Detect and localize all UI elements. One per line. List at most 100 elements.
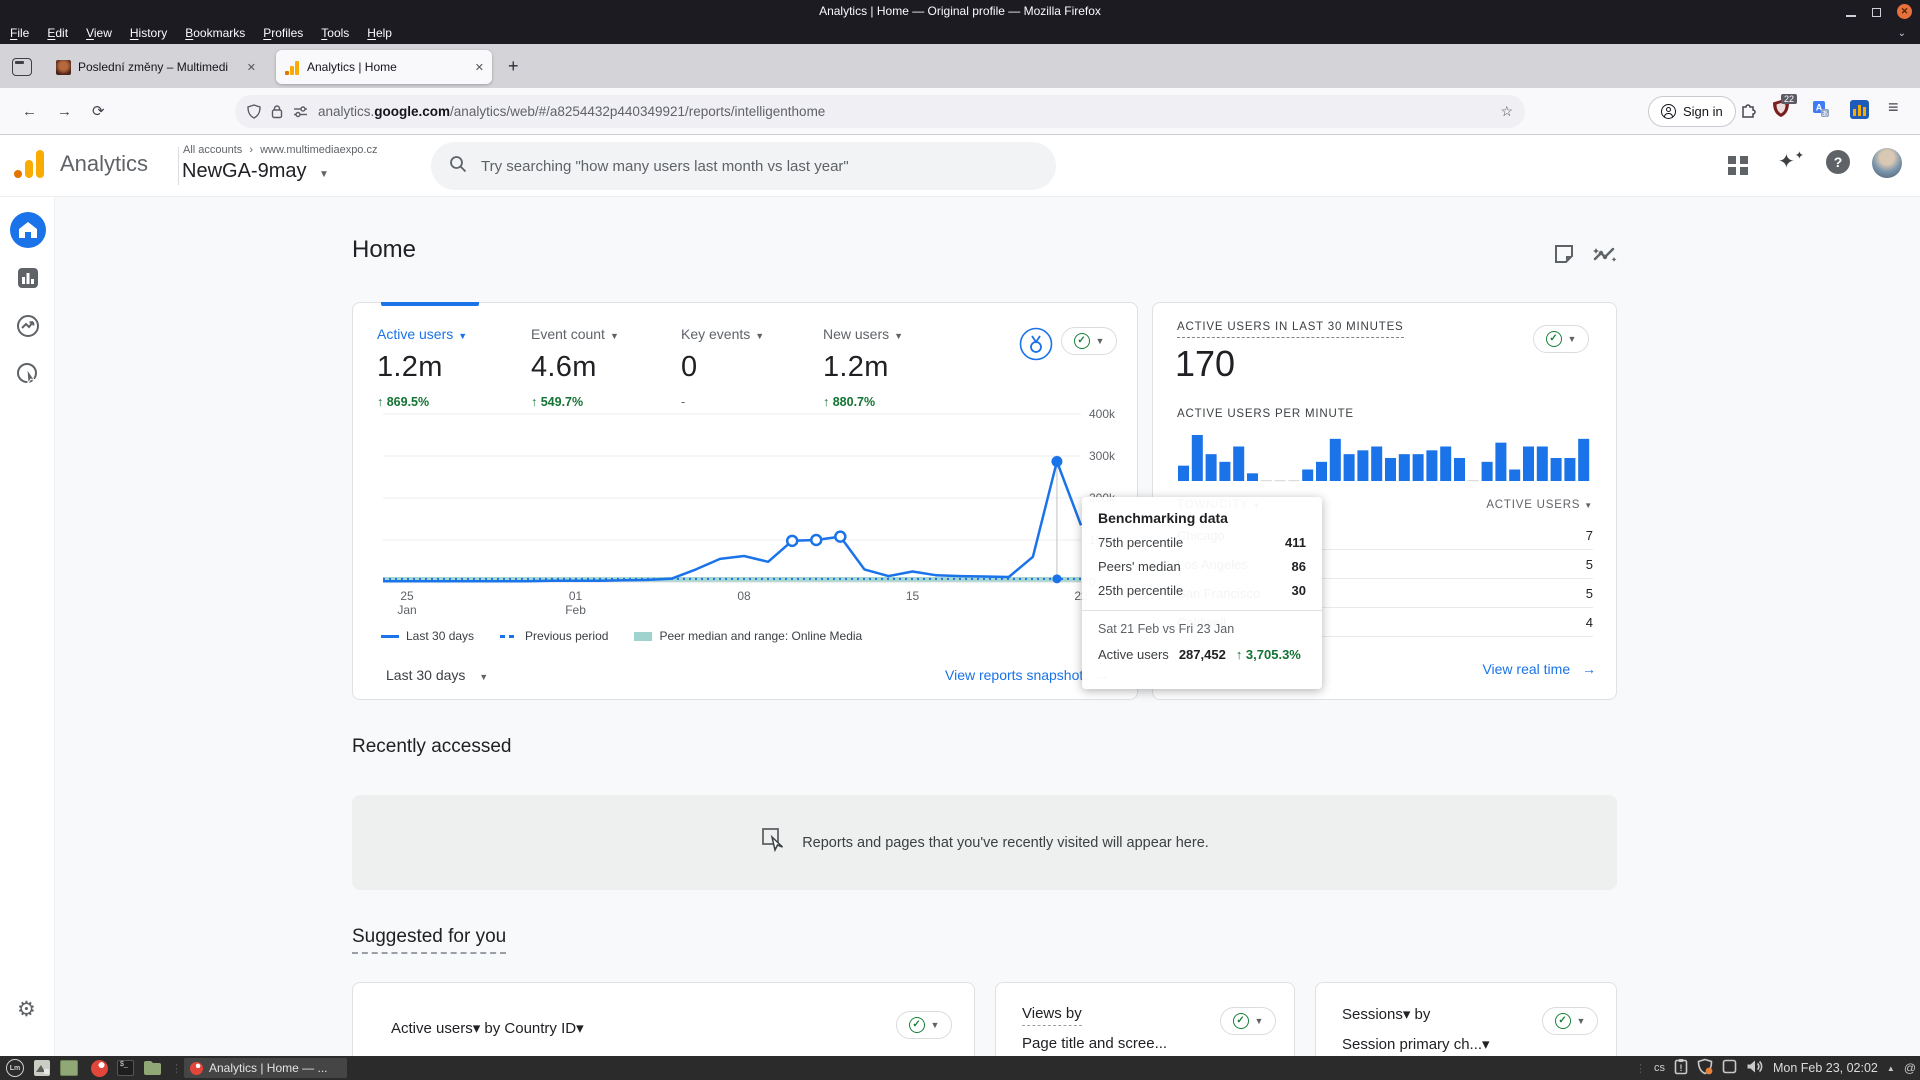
recently-accessed-heading: Recently accessed — [352, 736, 511, 758]
menu-bookmarks[interactable]: Bookmarks — [185, 26, 245, 40]
tab-posledni-zmeny[interactable]: Poslední změny – Multimedi ✕ — [48, 50, 264, 84]
note-icon[interactable] — [1553, 243, 1575, 270]
tab-overview-icon[interactable] — [12, 58, 32, 76]
nav-explore-icon[interactable] — [16, 314, 40, 343]
tab2-title: Analytics | Home — [307, 60, 467, 74]
svg-text:08: 08 — [737, 589, 751, 603]
breadcrumb-site[interactable]: www.multimediaexpo.cz — [260, 144, 377, 156]
menu-help[interactable]: Help — [367, 26, 392, 40]
metric-event-count[interactable]: Event count▼4.6m↑ 549.7% — [531, 326, 619, 409]
translate-extension-icon[interactable]: Aあ — [1812, 100, 1830, 123]
hamburger-menu-icon[interactable]: ≡ — [1888, 97, 1899, 118]
metric-new-users[interactable]: New users▼1.2m↑ 880.7% — [823, 326, 903, 409]
metric-active-users[interactable]: Active users▼1.2m↑ 869.5% — [377, 326, 467, 409]
svg-text:!: ! — [1679, 1063, 1682, 1073]
svg-text:300k: 300k — [1089, 449, 1116, 463]
suggested-card2-chip[interactable]: ✓ ▼ — [1220, 1007, 1276, 1035]
breadcrumb-accounts[interactable]: All accounts — [183, 144, 242, 156]
url-bar[interactable]: analytics.google.com/analytics/web/#/a82… — [235, 95, 1525, 128]
terminal-icon[interactable]: $_ — [117, 1060, 134, 1076]
suggested-card3-line1[interactable]: Sessions▾ by — [1342, 1005, 1430, 1023]
suggested-card3-chip[interactable]: ✓ ▼ — [1542, 1007, 1598, 1035]
benchmarking-medal-icon[interactable] — [1019, 327, 1053, 361]
menu-file[interactable]: File — [10, 26, 29, 40]
green-window-icon[interactable] — [60, 1060, 78, 1076]
taskbar-clock[interactable]: Mon Feb 23, 02:02 — [1773, 1061, 1878, 1075]
admin-gear-icon[interactable]: ⚙ — [17, 997, 36, 1022]
suggested-card2-line1[interactable]: Views by — [1022, 1005, 1082, 1026]
menu-bar-items: File Edit View History Bookmarks Profiles Tool… — [10, 26, 392, 40]
analytics-extension-icon[interactable] — [1850, 100, 1869, 124]
window-titlebar[interactable]: Analytics | Home — Original profile — Mo… — [0, 0, 1920, 22]
ga-logo-icon[interactable] — [12, 148, 46, 182]
image-viewer-icon[interactable] — [33, 1059, 51, 1077]
menu-tools[interactable]: Tools — [321, 26, 349, 40]
taskbar-separator: ⋮ — [171, 1062, 181, 1075]
lock-icon[interactable] — [271, 104, 283, 119]
insights-icon[interactable] — [1592, 243, 1618, 272]
help-icon[interactable]: ? — [1826, 150, 1850, 174]
at-indicator: @ — [1904, 1061, 1916, 1075]
tab-analytics-home[interactable]: Analytics | Home ✕ — [276, 50, 492, 84]
menu-edit[interactable]: Edit — [47, 26, 68, 40]
bookmark-star-icon[interactable]: ☆ — [1500, 103, 1513, 120]
menu-view[interactable]: View — [86, 26, 112, 40]
taskbar-window-button[interactable]: Analytics | Home — ... — [184, 1058, 347, 1078]
property-selector[interactable]: NewGA-9may ▼ — [182, 160, 329, 183]
gemini-sparkle-icon[interactable]: ✦✦ — [1778, 149, 1804, 174]
breadcrumb[interactable]: All accounts › www.multimediaexpo.cz — [183, 144, 377, 156]
window-close-button[interactable]: ✕ — [1897, 4, 1912, 19]
check-circle-icon: ✓ — [1546, 331, 1562, 347]
check-circle-icon: ✓ — [1074, 333, 1090, 349]
avatar[interactable] — [1872, 148, 1902, 178]
firefox-red-icon[interactable] — [91, 1060, 108, 1077]
ga-search-bar[interactable]: Try searching "how many users last month… — [431, 142, 1056, 190]
legend-band: Peer median and range: Online Media — [634, 629, 862, 643]
home-card-status-chip[interactable]: ✓ ▼ — [1061, 327, 1117, 355]
realtime-status-chip[interactable]: ✓ ▼ — [1533, 325, 1589, 353]
clipboard-tray-icon[interactable]: ! — [1674, 1058, 1688, 1078]
files-folder-icon[interactable] — [143, 1060, 162, 1076]
tooltip-delta: ↑ 3,705.3% — [1236, 647, 1301, 662]
per-minute-label: ACTIVE USERS PER MINUTE — [1177, 408, 1354, 420]
volume-speaker-icon[interactable] — [1746, 1059, 1764, 1077]
keyboard-layout-indicator[interactable]: cs — [1654, 1062, 1665, 1074]
tray-expand-icon[interactable]: ▲ — [1887, 1064, 1895, 1073]
nav-reports-icon[interactable] — [16, 266, 40, 295]
tooltip-metric-label: Active users — [1098, 647, 1169, 662]
firefox-signin-button[interactable]: Sign in — [1648, 96, 1736, 127]
permissions-icon[interactable] — [293, 105, 308, 118]
menubar-overflow-icon[interactable]: ⌄ — [1898, 28, 1906, 39]
mint-menu-icon[interactable]: Lm — [6, 1059, 24, 1077]
chevron-down-icon: ▼ — [1568, 334, 1577, 344]
new-tab-button[interactable]: + — [508, 56, 519, 77]
apps-grid-icon[interactable] — [1728, 151, 1749, 175]
nav-advertising-icon[interactable] — [16, 362, 40, 391]
date-range-selector[interactable]: Last 30 days ▼ — [386, 667, 488, 683]
view-realtime-link[interactable]: View real time → — [1482, 661, 1596, 677]
window-maximize-button[interactable] — [1872, 8, 1881, 17]
reload-icon[interactable]: ⟳ — [92, 102, 105, 120]
nav-home-icon[interactable] — [10, 212, 46, 248]
firewall-shield-icon[interactable] — [1697, 1058, 1713, 1078]
ublock-extension-icon[interactable]: 22 — [1772, 99, 1790, 118]
suggested-card1-title[interactable]: Active users▾ by Country ID▾ — [391, 1019, 584, 1037]
trend-chart[interactable]: 0100k200k300k400k25Jan01Feb081522 — [353, 403, 1139, 619]
suggested-card1-chip[interactable]: ✓ ▼ — [896, 1011, 952, 1039]
menu-profiles[interactable]: Profiles — [263, 26, 303, 40]
extensions-puzzle-icon[interactable] — [1740, 101, 1757, 123]
menu-history[interactable]: History — [130, 26, 167, 40]
forward-icon[interactable]: → — [57, 103, 72, 120]
check-circle-icon: ✓ — [1555, 1013, 1571, 1029]
window-applet-icon[interactable] — [1722, 1059, 1737, 1077]
tab1-close-icon[interactable]: ✕ — [247, 61, 256, 74]
users-column-header[interactable]: ACTIVE USERS ▼ — [1486, 499, 1593, 511]
firefox-red-icon — [190, 1062, 203, 1075]
back-icon[interactable]: ← — [22, 103, 37, 120]
shield-icon[interactable] — [247, 104, 261, 119]
tab-bar: Poslední změny – Multimedi ✕ Analytics |… — [0, 44, 1920, 88]
tooltip-metric-row: Active users 287,452 ↑ 3,705.3% — [1098, 647, 1306, 662]
window-minimize-button[interactable] — [1846, 15, 1856, 17]
tab2-close-icon[interactable]: ✕ — [475, 61, 484, 74]
metric-key-events[interactable]: Key events▼0- — [681, 326, 764, 409]
